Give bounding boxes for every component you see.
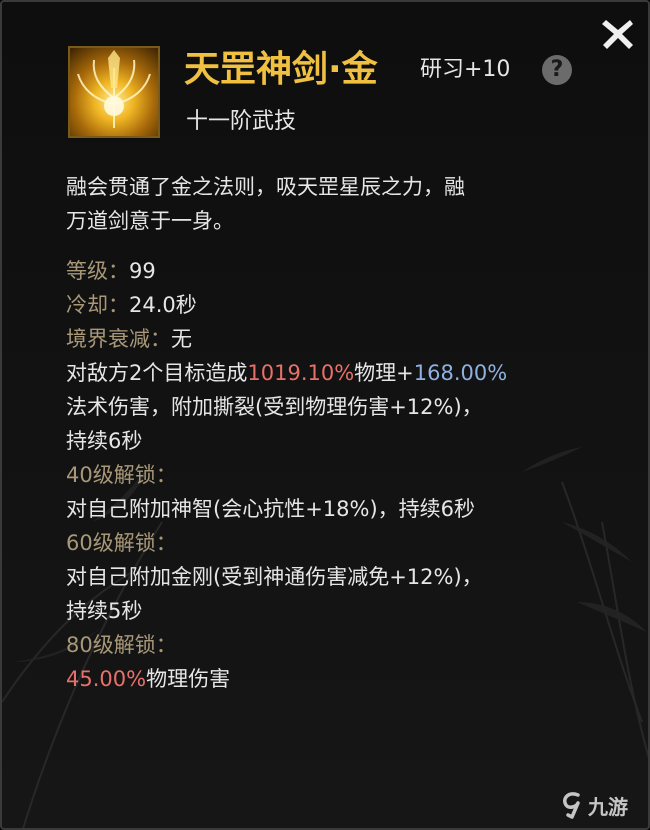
skill-details: 融会贯通了金之法则，吸天罡星辰之力，融 万道剑意于一身。 等级：99 冷却：24…: [66, 170, 606, 696]
cooldown-row: 冷却：24.0秒: [66, 288, 606, 322]
effect-mid: 物理+: [354, 361, 414, 385]
skill-name: 天罡神剑·金: [184, 49, 378, 90]
golden-sword-skill-icon: [68, 46, 160, 138]
watermark: 九游: [560, 788, 628, 822]
level-row: 等级：99: [66, 254, 606, 288]
jiuyou-logo-icon: [563, 792, 580, 819]
unlock-80-label: 80级解锁：: [66, 633, 177, 657]
unlock-60-label: 60级解锁：: [66, 531, 177, 555]
effect-line-3: 持续6秒: [66, 429, 143, 453]
magic-damage-pct: 168.00%: [413, 361, 508, 385]
level-label: 等级：: [66, 259, 129, 283]
watermark-text: 九游: [588, 794, 628, 819]
skill-tooltip-panel: 天罡神剑·金 研习+10 ? 十一阶武技 融会贯通了金之法则，吸天罡星辰之力，融…: [0, 0, 650, 830]
physical-damage-pct: 1019.10%: [247, 361, 355, 385]
unlock-80-effect: 45.00%物理伤害: [66, 662, 606, 696]
effect-line-1: 对敌方2个目标造成1019.10%物理+168.00%: [66, 356, 606, 390]
decay-label: 境界衰减：: [66, 327, 171, 351]
unlock-80-suffix: 物理伤害: [146, 667, 231, 691]
effect-line-2: 法术伤害，附加撕裂(受到物理伤害+12%)，: [66, 395, 483, 419]
unlock-60-effect: 对自己附加金刚(受到神通伤害减免+12%)，: [66, 565, 483, 589]
description-line: 融会贯通了金之法则，吸天罡星辰之力，融: [66, 175, 465, 199]
decay-value: 无: [171, 327, 192, 351]
cooldown-value: 24.0秒: [129, 293, 197, 317]
research-level: 研习+10: [420, 57, 511, 82]
level-value: 99: [129, 259, 156, 283]
cooldown-label: 冷却：: [66, 293, 129, 317]
description-line: 万道剑意于一身。: [66, 209, 234, 233]
close-icon[interactable]: [600, 16, 636, 52]
effect-prefix: 对敌方2个目标造成: [66, 361, 248, 385]
unlock-80-pct: 45.00%: [66, 667, 147, 691]
unlock-40-label: 40级解锁：: [66, 463, 177, 487]
unlock-60-effect: 持续5秒: [66, 599, 143, 623]
unlock-40-effect: 对自己附加神智(会心抗性+18%)，持续6秒: [66, 497, 476, 521]
help-icon[interactable]: ?: [542, 55, 572, 85]
decay-row: 境界衰减：无: [66, 322, 606, 356]
skill-tier: 十一阶武技: [186, 109, 297, 134]
